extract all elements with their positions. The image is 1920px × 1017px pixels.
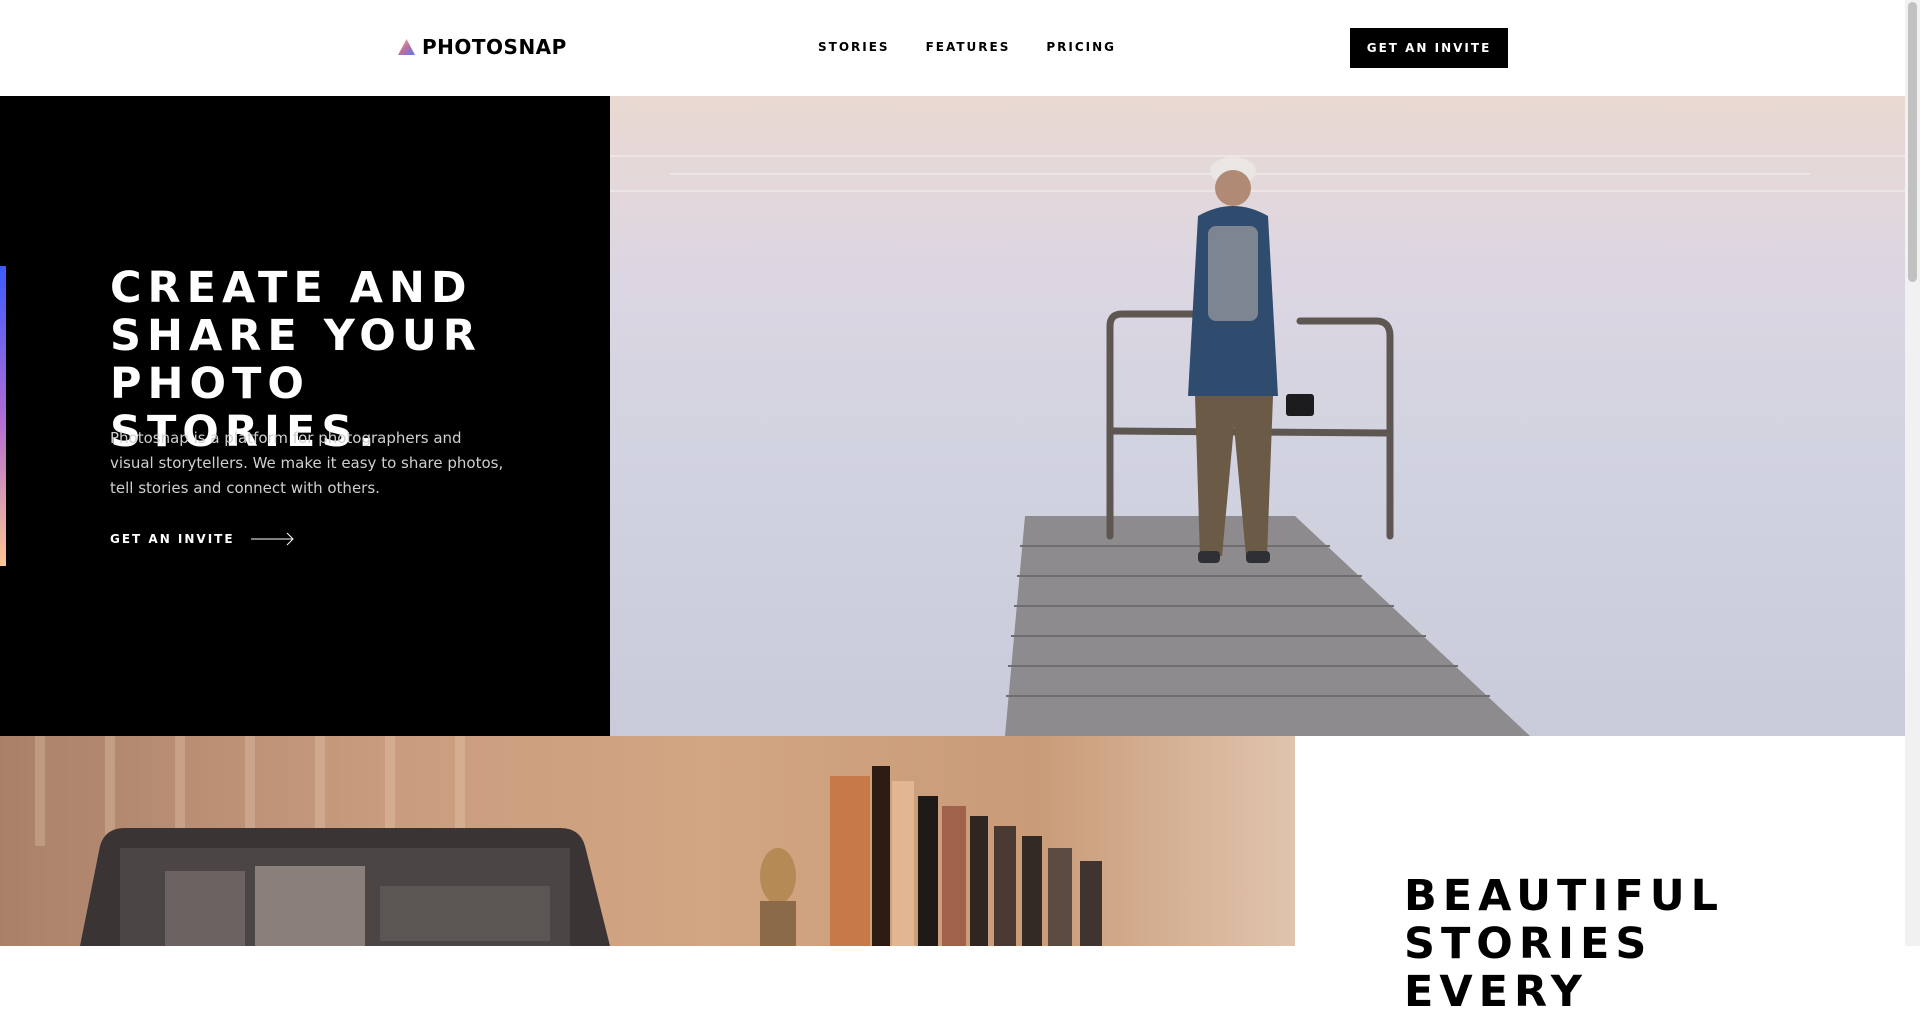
feature-illustration: [35, 736, 1102, 946]
nav-item-features[interactable]: FEATURES: [926, 40, 1011, 54]
brand-name: PHOTOSNAP: [422, 35, 567, 59]
nav-item-pricing[interactable]: PRICING: [1046, 40, 1116, 54]
scrollbar-thumb[interactable]: [1908, 2, 1917, 282]
hero-photo-man-on-dock: [610, 96, 1905, 736]
page-scrollbar[interactable]: [1905, 0, 1920, 946]
hero-illustration: [610, 155, 1905, 736]
nav-item-stories[interactable]: STORIES: [818, 40, 890, 54]
main-nav: STORIES FEATURES PRICING: [818, 40, 1116, 54]
hero-get-invite-link[interactable]: GET AN INVITE: [110, 532, 294, 546]
feature-title: BEAUTIFUL STORIES EVERY: [1404, 871, 1725, 1017]
site-header: PHOTOSNAP STORIES FEATURES PRICING GET A…: [0, 0, 1905, 96]
logo-triangle-icon: [398, 39, 415, 55]
hero-accent-bar: [0, 266, 6, 566]
feature-photo-laptop-desk: [0, 736, 1295, 946]
hero-panel: CREATE AND SHARE YOUR PHOTO STORIES. Pho…: [0, 96, 610, 736]
brand-logo[interactable]: PHOTOSNAP: [398, 37, 567, 57]
hero-cta-label: GET AN INVITE: [110, 532, 235, 546]
arrow-right-icon: [250, 532, 294, 546]
get-invite-button[interactable]: GET AN INVITE: [1350, 28, 1508, 68]
hero-description: Photosnap is a platform for photographer…: [110, 429, 504, 497]
